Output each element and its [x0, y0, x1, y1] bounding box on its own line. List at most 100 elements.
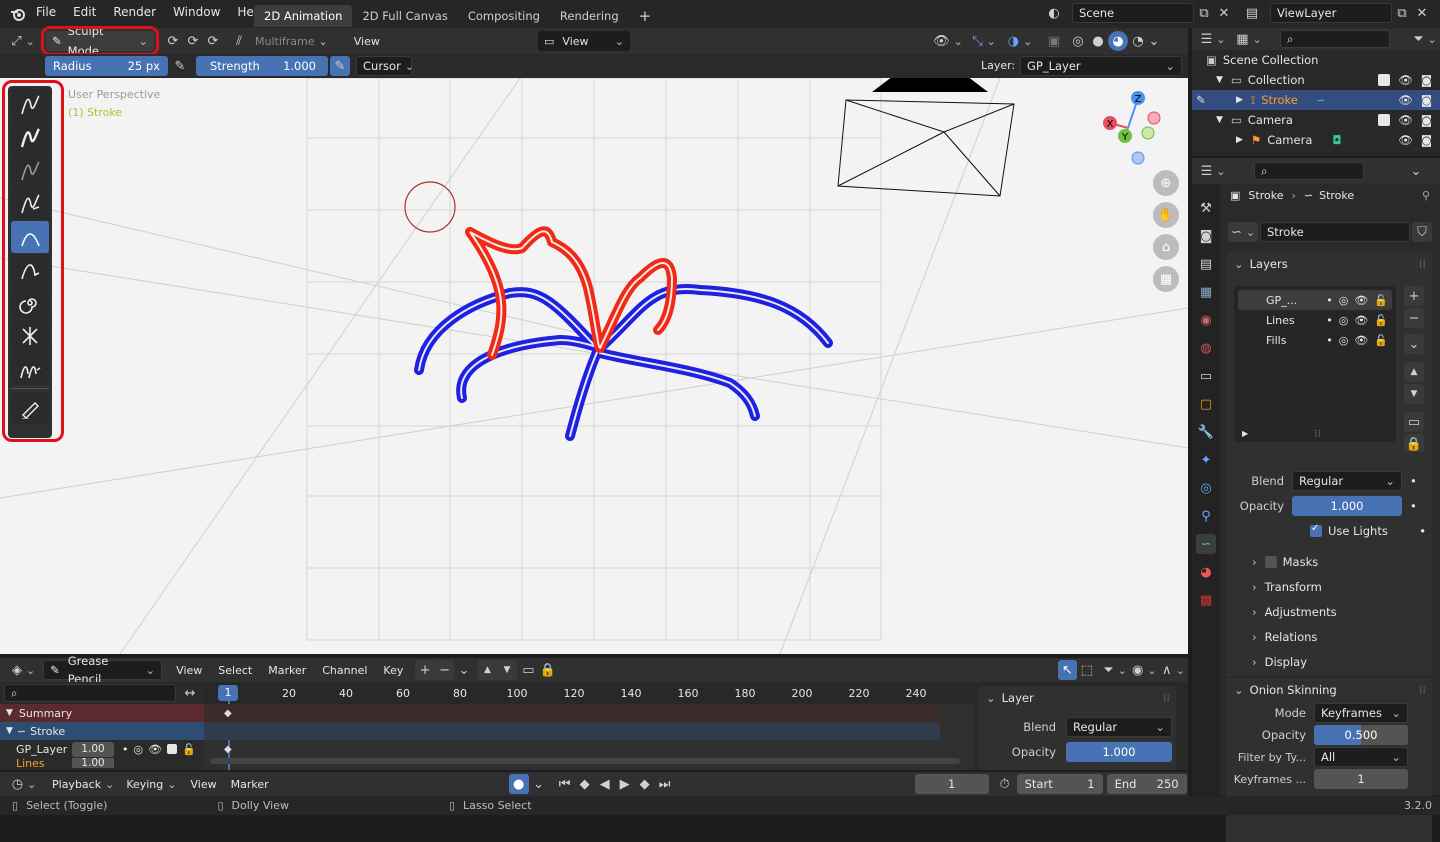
outliner-row-stroke[interactable]: ✎ ▶ ⟟ Stroke ∽ 👁 ◙ — [1192, 90, 1440, 110]
subpanel-display[interactable]: › Display — [1226, 649, 1432, 674]
eye-icon[interactable]: 👁 — [1354, 334, 1368, 347]
keying-menu[interactable]: Keying — [126, 778, 176, 791]
proportional-icon[interactable]: ◉ — [1130, 660, 1159, 680]
layer-item-lines[interactable]: Lines • ◎ 👁 🔓 — [1238, 310, 1392, 330]
layer-checkbox[interactable] — [167, 744, 178, 754]
mask-stroke-icon[interactable]: ⟳ — [163, 31, 183, 51]
filter-icon[interactable]: ⏷ — [1100, 660, 1129, 680]
view-layer-tab-icon[interactable]: ▦ — [1196, 282, 1216, 302]
expand-icon[interactable]: ▼ — [6, 726, 13, 736]
outliner-row-collection[interactable]: ▼ ▭ Collection 👁 ◙ — [1192, 70, 1440, 90]
layers-panel-header[interactable]: ⌄ Layers ⁞⁞ — [1226, 252, 1432, 276]
keyframe-diamond[interactable]: ◆ — [224, 708, 232, 719]
keyframes-field[interactable]: 1 — [1314, 769, 1408, 789]
xray-icon[interactable]: ▣ — [1044, 31, 1064, 51]
swap-icon[interactable]: ↔ — [180, 683, 200, 703]
navigation-gizmo[interactable]: Z X Y — [1098, 88, 1178, 168]
visibility-icon[interactable]: 👁 — [932, 31, 964, 51]
onion-icon[interactable]: ◎ — [1339, 334, 1349, 347]
channel-lines[interactable]: Lines 1.00 — [0, 758, 204, 768]
eye-icon[interactable]: 👁 — [1398, 113, 1413, 127]
end-frame-field[interactable]: End 250 — [1106, 774, 1187, 794]
next-keyframe-icon[interactable]: ◆ — [635, 774, 655, 794]
layer-item-fills[interactable]: Fills • ◎ 👁 🔓 — [1238, 330, 1392, 350]
solid-shading-icon[interactable]: ● — [1088, 31, 1108, 51]
masks-checkbox[interactable] — [1264, 555, 1277, 568]
material-tab-icon[interactable]: ◕ — [1196, 562, 1216, 582]
onion-icon[interactable]: ◎ — [134, 743, 144, 756]
subpanel-transform[interactable]: › Transform — [1226, 574, 1432, 599]
scene-icon[interactable]: ◐ — [1044, 3, 1064, 23]
tab-2d-full-canvas[interactable]: 2D Full Canvas — [352, 5, 457, 27]
timeline-menu-key[interactable]: Key — [383, 664, 403, 677]
timeline-menu-channel[interactable]: Channel — [322, 664, 367, 677]
render-camera-icon[interactable]: ◙ — [1421, 93, 1432, 107]
onion-icon[interactable]: ◎ — [1339, 294, 1349, 307]
menu-edit[interactable]: Edit — [73, 5, 96, 19]
texture-tab-icon[interactable]: ▩ — [1196, 590, 1216, 610]
play-reverse-icon[interactable]: ◀ — [595, 774, 615, 794]
delete-viewlayer-icon[interactable]: ✕ — [1412, 3, 1432, 23]
onion-mode-dropdown[interactable]: Keyframes ⌄ — [1314, 703, 1408, 723]
properties-search[interactable]: ⌕ — [1254, 162, 1364, 180]
expand-icon[interactable]: ▶ — [1242, 429, 1248, 438]
collection-tab-icon[interactable]: ▭ — [1196, 366, 1216, 386]
select-cursor-icon[interactable]: ↖ — [1057, 660, 1077, 680]
remove-layer-button[interactable]: − — [1404, 308, 1424, 328]
effects-tab-icon[interactable]: ✦ — [1196, 450, 1216, 470]
outliner-search[interactable]: ⌕ — [1280, 30, 1390, 48]
view-menu[interactable]: View — [354, 35, 380, 48]
remove-icon[interactable]: − — [434, 660, 455, 680]
multiframe-dropdown[interactable]: Multiframe — [255, 35, 328, 48]
onion-opacity-field[interactable]: 0.500 — [1314, 725, 1408, 745]
stopwatch-icon[interactable]: ⏱ — [995, 774, 1015, 794]
output-tab-icon[interactable]: ▤ — [1196, 254, 1216, 274]
lock-icon[interactable]: 🔓 — [1374, 294, 1388, 307]
add-layer-button[interactable]: + — [1404, 286, 1424, 306]
eye-icon[interactable]: 👁 — [1398, 133, 1413, 147]
include-checkbox[interactable] — [1378, 114, 1391, 126]
isolate-layer-icon[interactable]: ▭ — [1404, 412, 1424, 432]
current-frame-indicator[interactable]: 1 — [218, 685, 238, 701]
include-checkbox[interactable] — [1378, 74, 1391, 86]
mask-segment-icon[interactable]: ⟳ — [203, 31, 223, 51]
outliner-row-camera[interactable]: ▶ ⚑ Camera ◘ 👁 ◙ — [1192, 130, 1440, 150]
dopesheet-opacity-field[interactable]: 1.000 — [1066, 741, 1172, 762]
lock-icon[interactable]: 🔒 — [538, 660, 557, 680]
move-up-icon[interactable]: ▲ — [477, 660, 498, 680]
menu-window[interactable]: Window — [173, 5, 220, 19]
eye-icon[interactable]: 👁 — [1354, 294, 1368, 307]
prev-keyframe-icon[interactable]: ◆ — [575, 774, 595, 794]
3d-viewport[interactable]: User Perspective (1) Stroke Z X Y ⊕ ✋ ⌂ … — [0, 78, 1188, 654]
expand-icon[interactable]: ▼ — [1216, 75, 1223, 85]
add-workspace-button[interactable]: + — [629, 5, 662, 27]
dopesheet-blend-dropdown[interactable]: Regular ⌄ — [1066, 716, 1172, 737]
timeline-menu-view[interactable]: View — [176, 664, 202, 677]
keyframe-diamond[interactable]: ◆ — [224, 744, 232, 755]
blue-stroke[interactable] — [414, 284, 833, 441]
scene-collection-row[interactable]: ▣ Scene Collection — [1192, 50, 1440, 70]
new-viewlayer-icon[interactable]: ⧉ — [1392, 3, 1412, 23]
material-shading-icon[interactable]: ◕ — [1108, 31, 1128, 51]
properties-editor-icon[interactable]: ☰ — [1198, 161, 1228, 181]
cursor-dropdown[interactable]: Cursor — [356, 56, 412, 76]
eye-icon[interactable]: 👁 — [1398, 93, 1413, 107]
start-frame-field[interactable]: Start 1 — [1016, 774, 1103, 794]
timeline-editor-icon[interactable]: ◷ — [8, 774, 40, 794]
eye-icon[interactable]: 👁 — [1354, 314, 1368, 327]
data-name-field[interactable]: Stroke — [1260, 222, 1410, 242]
orientation-dropdown[interactable]: ▭ View ⌄ — [538, 31, 630, 51]
outliner-editor-icon[interactable]: ☰ — [1198, 29, 1228, 49]
display-icon[interactable]: ▭ — [519, 660, 538, 680]
object-tab-icon[interactable]: ▢ — [1196, 394, 1216, 414]
jump-start-icon[interactable]: ⏮ — [555, 774, 575, 794]
data-browse-icon[interactable]: ∽ — [1228, 222, 1258, 242]
lock-icon[interactable]: 🔓 — [182, 743, 196, 756]
tab-2d-animation[interactable]: 2D Animation — [254, 5, 353, 27]
scene-field[interactable]: Scene — [1072, 3, 1194, 23]
subpanel-masks[interactable]: › Masks — [1226, 549, 1432, 574]
eye-icon[interactable]: 👁 — [1398, 73, 1413, 87]
multiframe-icon[interactable]: ⫽ — [229, 31, 249, 51]
blender-logo[interactable] — [10, 4, 26, 24]
dopesheet-editor-icon[interactable]: ◈ — [8, 660, 39, 680]
